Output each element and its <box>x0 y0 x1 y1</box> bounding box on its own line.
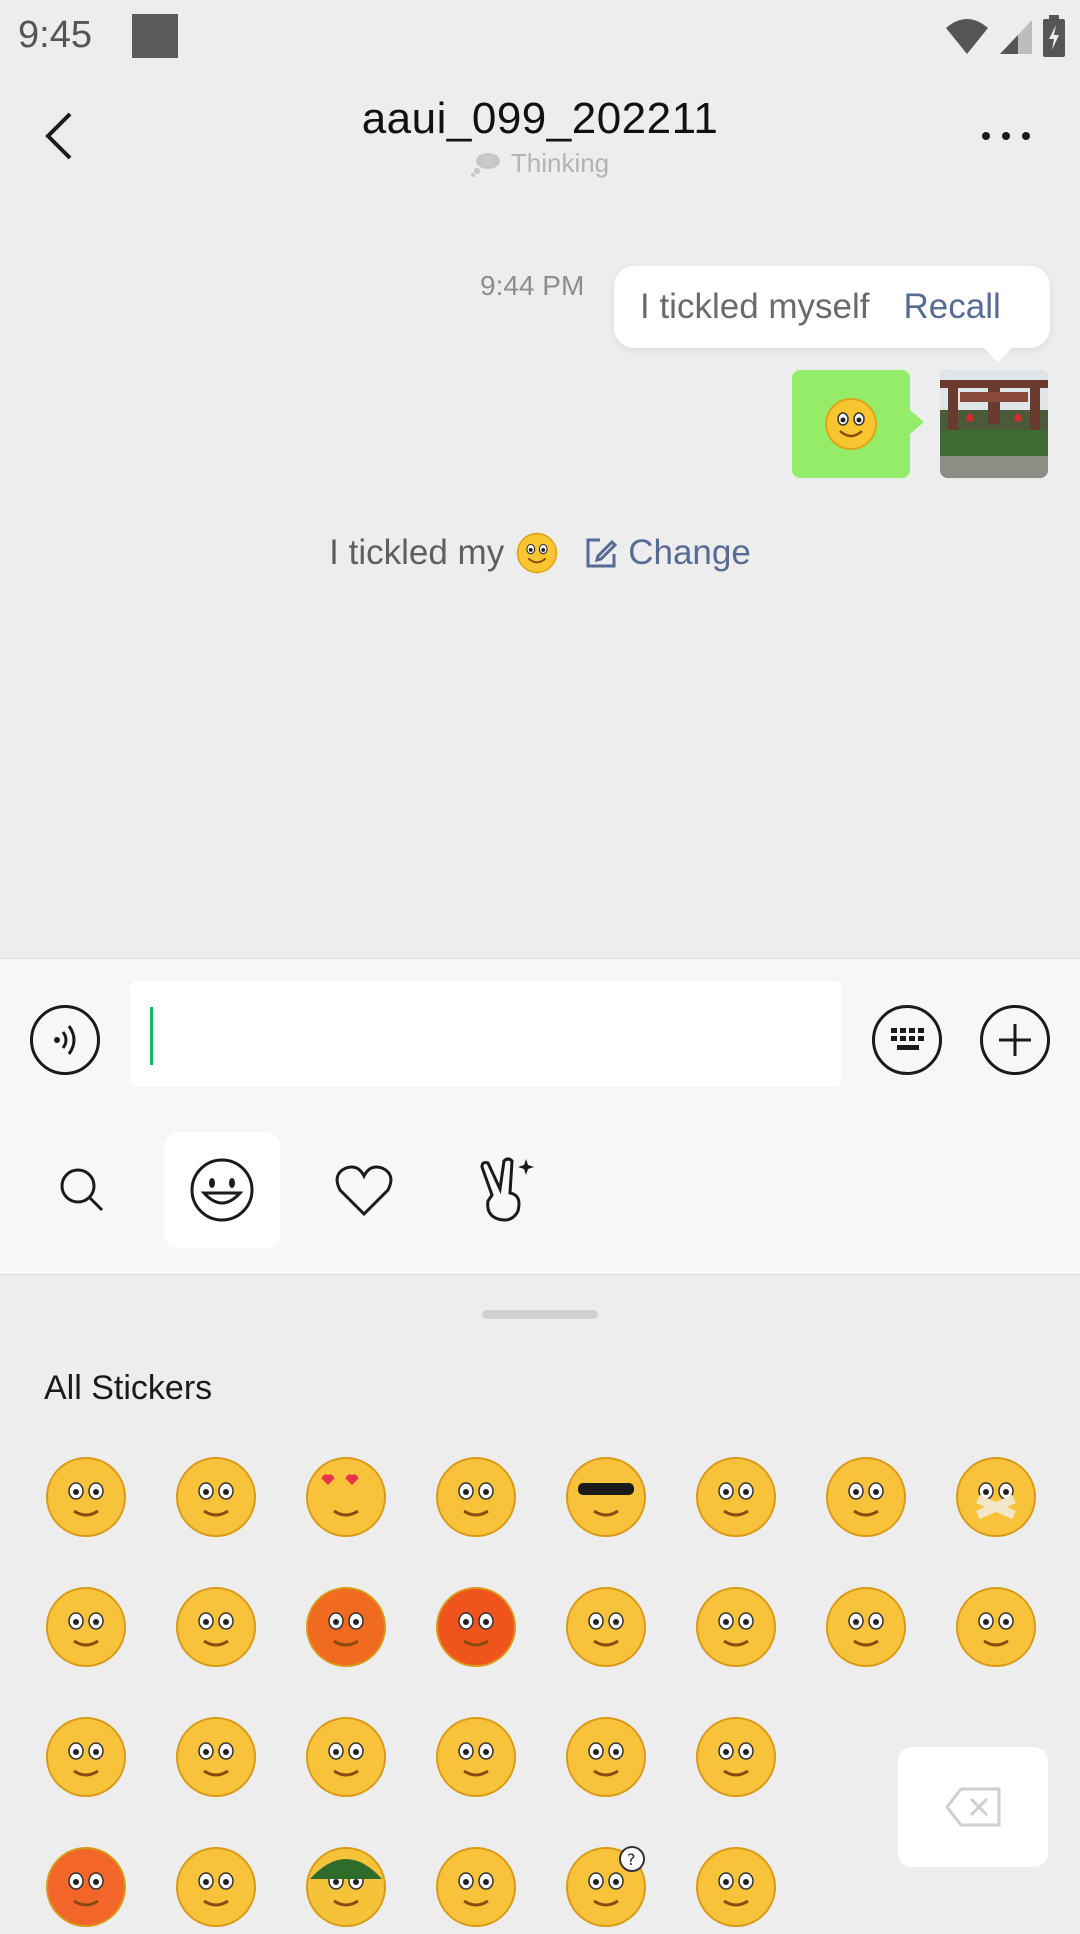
status-text: Thinking <box>510 148 610 178</box>
heart-icon <box>335 1165 393 1217</box>
tickle-text: I tickled my <box>329 533 505 572</box>
sticker-cool[interactable] <box>564 1455 648 1539</box>
sticker-scared[interactable] <box>824 1585 908 1669</box>
smile-emoji-icon <box>516 532 558 574</box>
keyboard-button[interactable] <box>872 1005 942 1075</box>
more-dots-icon <box>982 132 1030 140</box>
more-button[interactable] <box>976 116 1036 156</box>
sticker-stare[interactable] <box>434 1455 518 1539</box>
sticker-grinning[interactable] <box>174 1845 258 1929</box>
svg-text:?: ? <box>627 1850 636 1869</box>
thought-bubble-icon <box>470 152 500 177</box>
sticker-sad[interactable] <box>954 1585 1038 1669</box>
message-bubble[interactable] <box>792 370 924 478</box>
chat-title: aaui_099_202211 <box>361 94 719 143</box>
avatar-photo-icon <box>940 370 1048 478</box>
status-bar: 9:45 <box>0 0 1080 76</box>
sticker-laugh-cry[interactable] <box>174 1585 258 1669</box>
sticker-panel: All Stickers ? <box>0 1275 1080 1927</box>
delete-button[interactable] <box>898 1747 1048 1867</box>
tooltip-caret <box>984 348 1012 362</box>
plus-icon <box>999 1024 1031 1056</box>
change-label: Change <box>628 533 751 572</box>
recall-button[interactable]: Recall <box>904 287 1001 327</box>
sticker-facepalm[interactable] <box>434 1715 518 1799</box>
input-bar <box>0 958 1080 1089</box>
text-caret <box>150 1007 153 1065</box>
sticker-worried[interactable] <box>174 1455 258 1539</box>
signal-icon <box>1000 20 1032 54</box>
search-icon <box>60 1168 104 1212</box>
sticker-section-title: All Stickers <box>44 1369 213 1407</box>
sticker-shy[interactable] <box>824 1455 908 1539</box>
sticker-surprised[interactable] <box>694 1715 778 1799</box>
sticker-tongue-wink[interactable] <box>564 1585 648 1669</box>
smile-emoji-icon <box>825 398 877 450</box>
change-button[interactable]: Change <box>584 533 751 573</box>
notification-icon <box>132 14 178 58</box>
wifi-icon <box>946 19 988 54</box>
keyboard-icon <box>891 1028 924 1050</box>
sticker-panic[interactable] <box>44 1845 128 1929</box>
tooltip-text: I tickled myself <box>640 287 870 326</box>
sticker-smile[interactable] <box>44 1455 128 1539</box>
sticker-crying-laugh[interactable] <box>434 1845 518 1929</box>
status-time: 9:45 <box>18 14 92 56</box>
tab-favorites[interactable] <box>306 1132 422 1248</box>
battery-icon <box>1043 15 1065 57</box>
sticker-embarrassed[interactable] <box>44 1715 128 1799</box>
sticker-sick[interactable] <box>304 1715 388 1799</box>
tickle-tooltip: I tickled myself Recall <box>614 266 1050 362</box>
avatar[interactable] <box>940 370 1048 478</box>
sticker-blush-angry[interactable] <box>304 1585 388 1669</box>
sticker-angry[interactable] <box>434 1585 518 1669</box>
sticker-shush[interactable] <box>694 1845 778 1929</box>
chat-header: aaui_099_202211 Thinking <box>0 76 1080 196</box>
voice-icon <box>54 1025 76 1055</box>
edit-icon <box>586 538 618 568</box>
sticker-happy[interactable] <box>564 1715 648 1799</box>
more-functions-button[interactable] <box>980 1005 1050 1075</box>
sticker-tabs <box>0 1088 1080 1275</box>
sticker-sleepy[interactable] <box>44 1585 128 1669</box>
sticker-cry[interactable] <box>694 1455 778 1539</box>
sticker-grin[interactable] <box>694 1585 778 1669</box>
voice-button[interactable] <box>30 1005 100 1075</box>
smiley-icon <box>190 1158 254 1222</box>
message-input[interactable] <box>130 981 842 1087</box>
drag-handle[interactable] <box>482 1310 598 1319</box>
tab-search[interactable] <box>24 1132 140 1248</box>
sticker-mouth-taped[interactable] <box>954 1455 1038 1539</box>
tab-gestures[interactable] <box>446 1132 562 1248</box>
tickle-notice: I tickled my Change <box>0 532 1080 574</box>
sticker-question[interactable]: ? <box>564 1845 648 1929</box>
victory-hand-icon <box>480 1157 534 1222</box>
sticker-big-laugh[interactable] <box>174 1715 258 1799</box>
tab-emoji[interactable] <box>164 1132 280 1248</box>
message-timestamp: 9:44 PM <box>480 270 585 301</box>
contact-status: Thinking <box>0 148 1080 179</box>
bubble-tail <box>910 410 924 434</box>
sticker-heart-eyes[interactable] <box>304 1455 388 1539</box>
backspace-icon <box>945 1787 1001 1827</box>
sticker-soldier[interactable] <box>304 1845 388 1929</box>
